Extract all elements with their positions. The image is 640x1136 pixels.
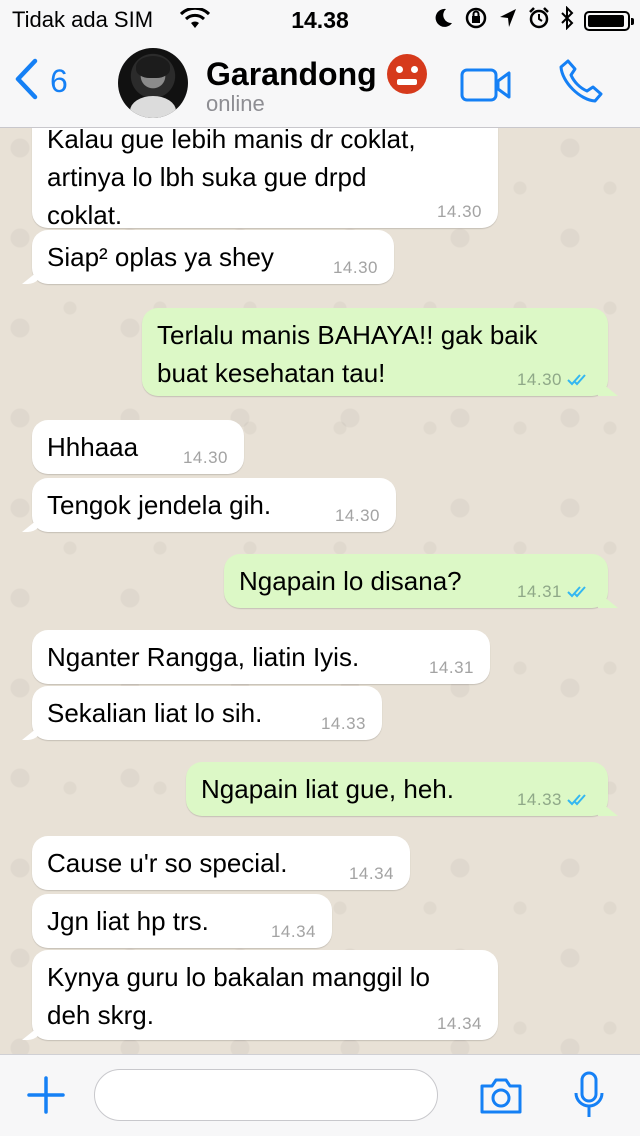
- contact-info[interactable]: Garandong: [206, 54, 427, 94]
- contact-status: online: [206, 91, 265, 116]
- message-list[interactable]: Kalau gue lebih manis dr coklat, artinya…: [0, 128, 640, 1054]
- message-bubble-incoming[interactable]: Siap² oplas ya shey 14.30: [32, 230, 394, 284]
- message-time: 14.33: [517, 790, 592, 810]
- message-bubble-incoming[interactable]: Kynya guru lo bakalan manggil lo deh skr…: [32, 950, 498, 1040]
- unread-count: 6: [50, 62, 68, 99]
- message-text: Cause u'r so special.: [47, 848, 288, 878]
- video-call-button[interactable]: [460, 68, 512, 107]
- message-time: 14.30: [183, 448, 228, 468]
- location-icon: [498, 7, 518, 35]
- battery-level: [588, 15, 624, 27]
- message-input[interactable]: [94, 1069, 438, 1121]
- message-bubble-incoming[interactable]: Cause u'r so special. 14.34: [32, 836, 410, 890]
- message-text: Siap² oplas ya shey: [47, 242, 274, 272]
- message-time-text: 14.34: [436, 1014, 482, 1033]
- chat-header: 6 Garandong online: [0, 40, 640, 128]
- message-time-text: 14.30: [182, 448, 228, 467]
- voice-message-button[interactable]: [572, 1071, 606, 1126]
- message-bubble-incoming[interactable]: Tengok jendela gih. 14.30: [32, 478, 396, 532]
- message-text: Kynya guru lo bakalan manggil lo deh skr…: [47, 962, 431, 1030]
- message-time: 14.34: [437, 1014, 482, 1034]
- status-icons: [434, 5, 634, 36]
- message-time-text: 14.30: [332, 258, 378, 277]
- message-bubble-outgoing[interactable]: Ngapain liat gue, heh. 14.33: [186, 762, 608, 816]
- phone-icon: [558, 59, 604, 108]
- moon-icon: [434, 7, 454, 35]
- message-time: 14.30: [333, 258, 378, 278]
- message-bubble-incoming[interactable]: Sekalian liat lo sih. 14.33: [32, 686, 382, 740]
- message-time-text: 14.31: [516, 582, 562, 601]
- attach-button[interactable]: [26, 1075, 66, 1120]
- chevron-left-icon: [14, 57, 38, 106]
- message-time: 14.31: [429, 658, 474, 678]
- message-text: Kalau gue lebih manis dr coklat, artinya…: [47, 128, 416, 230]
- camera-icon: [478, 1078, 524, 1119]
- message-time-text: 14.34: [348, 864, 394, 883]
- message-bubble-incoming[interactable]: Kalau gue lebih manis dr coklat, artinya…: [32, 128, 498, 230]
- alarm-icon: [528, 7, 550, 35]
- message-bubble-incoming[interactable]: Hhhaaa 14.30: [32, 420, 244, 474]
- double-check-icon: [567, 794, 586, 806]
- message-bubble-incoming[interactable]: Jgn liat hp trs. 14.34: [32, 894, 332, 948]
- message-time-text: 14.30: [334, 506, 380, 525]
- message-text: Tengok jendela gih.: [47, 490, 272, 520]
- message-time-text: 14.31: [428, 658, 474, 677]
- double-check-icon: [567, 374, 586, 386]
- video-camera-icon: [460, 68, 512, 106]
- avatar[interactable]: [118, 48, 188, 118]
- message-bubble-outgoing[interactable]: Ngapain lo disana? 14.31: [224, 554, 608, 608]
- status-bar: Tidak ada SIM 14.38: [0, 0, 640, 40]
- message-bubble-incoming[interactable]: Nganter Rangga, liatin Iyis. 14.31: [32, 630, 490, 684]
- message-bubble-outgoing[interactable]: Terlalu manis BAHAYA!! gak baik buat kes…: [142, 308, 608, 396]
- message-text: Sekalian liat lo sih.: [47, 698, 263, 728]
- microphone-icon: [572, 1071, 606, 1125]
- message-time-text: 14.30: [436, 202, 482, 221]
- message-time: 14.33: [321, 714, 366, 734]
- ogre-emoji-icon: [386, 54, 427, 94]
- voice-call-button[interactable]: [558, 58, 604, 109]
- message-time: 14.30: [335, 506, 380, 526]
- message-time: 14.34: [349, 864, 394, 884]
- battery-icon: [584, 11, 634, 31]
- message-time: 14.31: [517, 582, 592, 602]
- bluetooth-icon: [560, 5, 574, 36]
- message-time-text: 14.33: [320, 714, 366, 733]
- message-time: 14.30: [437, 202, 482, 222]
- contact-name: Garandong: [206, 55, 377, 92]
- message-text: Nganter Rangga, liatin Iyis.: [47, 642, 360, 672]
- message-time: 14.30: [517, 370, 592, 390]
- message-time-text: 14.30: [516, 370, 562, 389]
- back-button[interactable]: 6: [14, 56, 68, 106]
- message-time-text: 14.33: [516, 790, 562, 809]
- rotation-lock-icon: [464, 6, 488, 36]
- plus-icon: [26, 1076, 66, 1119]
- message-time-text: 14.34: [270, 922, 316, 941]
- message-composer: [0, 1054, 640, 1136]
- message-time: 14.34: [271, 922, 316, 942]
- camera-button[interactable]: [478, 1077, 524, 1120]
- double-check-icon: [567, 586, 586, 598]
